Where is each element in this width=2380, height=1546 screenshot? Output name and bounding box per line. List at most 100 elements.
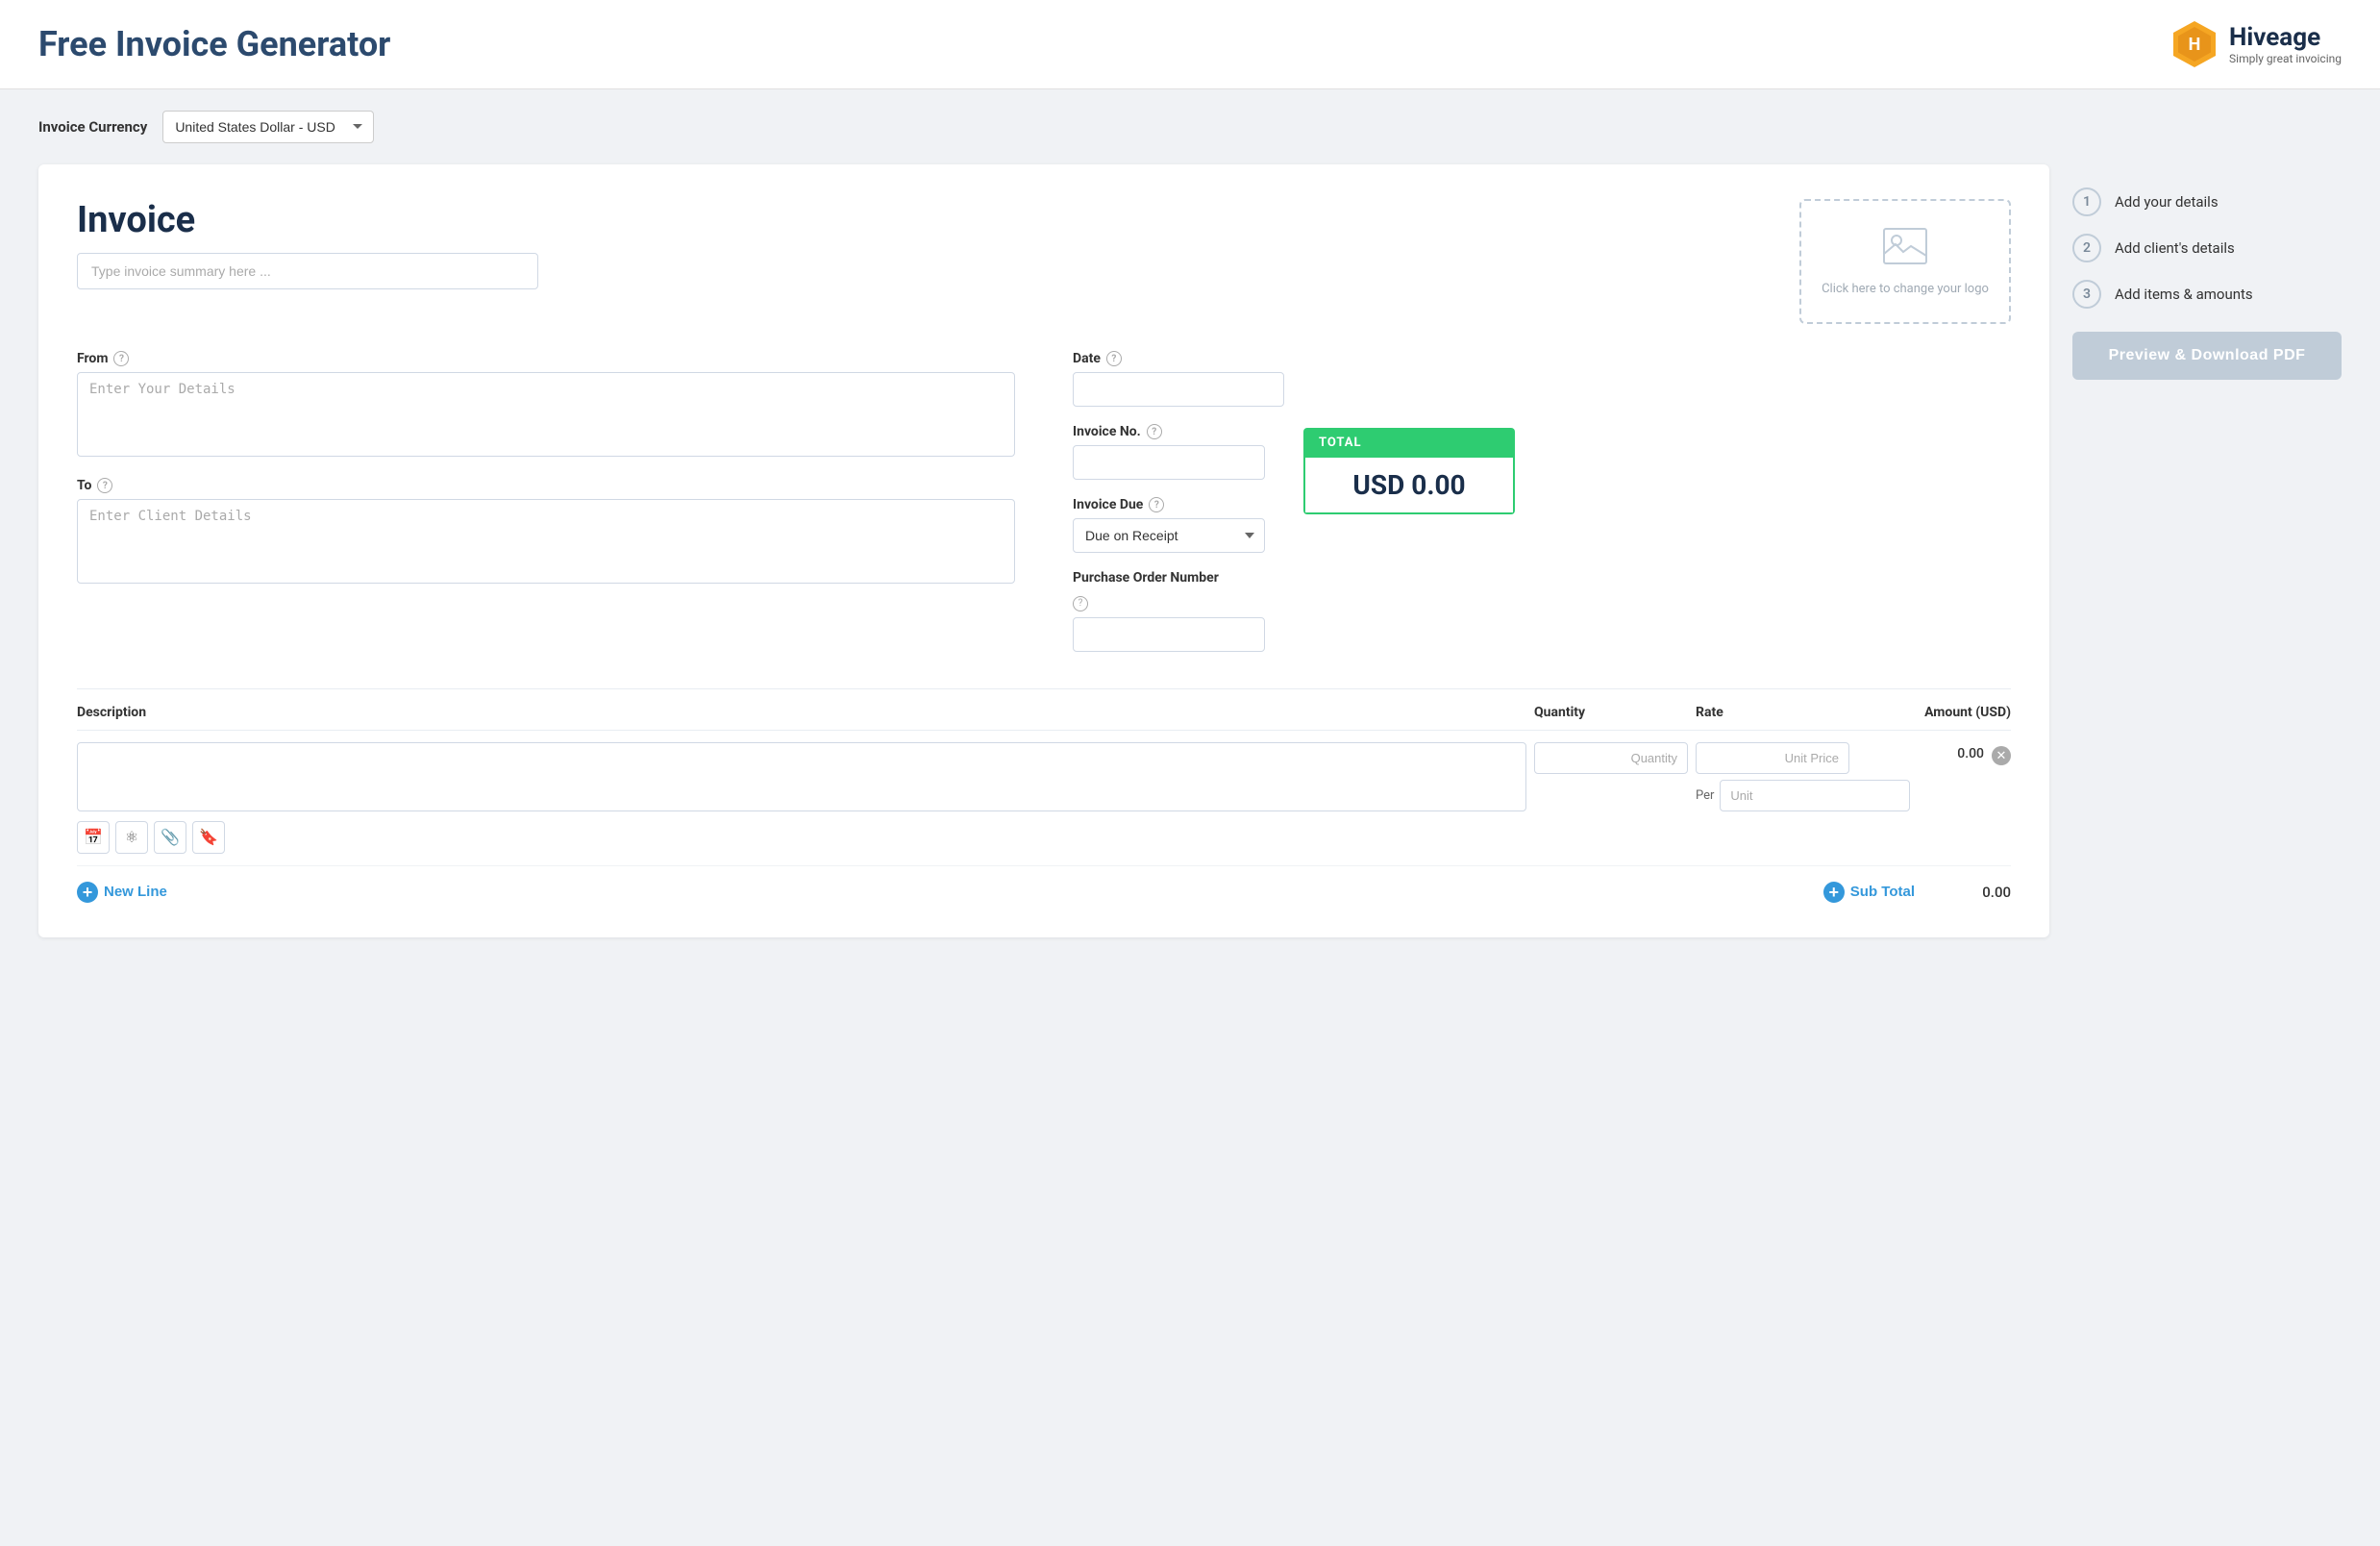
step-label-2: Add client's details [2115,239,2235,257]
image-placeholder-icon [1882,227,1928,274]
rate-col: Per [1696,742,1849,811]
logo-upload-area[interactable]: Click here to change your logo [1799,199,2011,324]
invoice-no-input[interactable]: IN-0001 [1073,445,1265,480]
svg-text:H: H [2189,35,2201,55]
date-label: Date ? [1073,351,2011,366]
to-label: To ? [77,478,1015,493]
form-col-right: Date ? 2020-07-24 Invoice No. ? [1073,351,2011,669]
paperclip-icon: 📎 [161,828,180,847]
brand-name: Hiveage [2229,23,2342,52]
step-item-3: 3 Add items & amounts [2072,280,2342,309]
unit-price-input[interactable] [1696,742,1849,774]
invoice-no-label: Invoice No. ? [1073,424,1265,439]
po-field-group: Purchase Order Number ? [1073,570,1265,652]
link-action-btn[interactable]: ⚛ [115,821,148,854]
total-box: TOTAL USD 0.00 [1303,428,1515,514]
brand-logo: H Hiveage Simply great invoicing [2169,19,2342,69]
currency-select[interactable]: United States Dollar - USD Euro - EUR Br… [162,111,374,143]
invoice-due-help-icon[interactable]: ? [1149,497,1164,512]
po-help-icon[interactable]: ? [1073,596,1088,611]
steps-list: 1 Add your details 2 Add client's detail… [2072,187,2342,309]
line-desc-col: 📅 ⚛ 📎 🔖 [77,742,1526,854]
invoice-due-field-group: Invoice Due ? Due on Receipt Net 15 Net … [1073,497,1265,553]
date-input[interactable]: 2020-07-24 [1073,372,1284,407]
col-description: Description [77,705,1526,720]
items-section: Description Quantity Rate Amount (USD) 📅… [77,688,2011,866]
remove-line-btn[interactable]: ✕ [1992,746,2011,765]
line-amount: 0.00 [1957,746,1984,761]
new-line-label: New Line [104,884,167,900]
date-help-icon[interactable]: ? [1106,351,1122,366]
col-amount: Amount (USD) [1857,705,2011,720]
currency-label: Invoice Currency [38,118,147,136]
invoice-header-row: Invoice Click here to change your logo [77,199,2011,324]
invoice-form-section: From ? To ? D [77,351,2011,669]
form-col-left: From ? To ? [77,351,1015,669]
per-unit-row: Per [1696,780,1849,811]
invoice-due-label: Invoice Due ? [1073,497,1265,512]
subtotal-plus-icon: + [1823,882,1845,903]
page-header: Free Invoice Generator H Hiveage Simply … [0,0,2380,89]
right-col-content: Date ? 2020-07-24 Invoice No. ? [1073,351,2011,669]
subtotal-row: + Sub Total 0.00 [1823,882,2011,903]
to-field-group: To ? [77,478,1015,587]
step-item-2: 2 Add client's details [2072,234,2342,262]
logo-upload-text: Click here to change your logo [1822,282,1989,296]
col-rate: Rate [1696,705,1849,720]
subtotal-label: Sub Total [1850,884,1915,900]
step-item-1: 1 Add your details [2072,187,2342,216]
unit-input[interactable] [1720,780,1910,811]
main-layout: Invoice Click here to change your logo [0,164,2380,976]
tag-icon: 🔖 [199,828,218,847]
invoice-title-section: Invoice [77,199,1799,289]
po-label: Purchase Order Number [1073,570,1265,586]
from-label: From ? [77,351,1015,366]
invoice-summary-input[interactable] [77,253,538,289]
hiveage-logo-icon: H [2169,19,2219,69]
per-label: Per [1696,788,1714,803]
invoice-no-field-group: Invoice No. ? IN-0001 [1073,424,1265,480]
line-action-buttons: 📅 ⚛ 📎 🔖 [77,821,1526,854]
date-field-group: Date ? 2020-07-24 [1073,351,2011,407]
new-line-button[interactable]: + New Line [77,882,167,903]
total-label: TOTAL [1303,428,1515,458]
attach-action-btn[interactable]: 📎 [154,821,186,854]
page-title: Free Invoice Generator [38,24,390,64]
col-quantity: Quantity [1534,705,1688,720]
quantity-col [1534,742,1688,774]
subtotal-button[interactable]: + Sub Total [1823,882,1915,903]
from-help-icon[interactable]: ? [113,351,129,366]
invoice-footer: + New Line + Sub Total 0.00 [77,866,2011,903]
tag-action-btn[interactable]: 🔖 [192,821,225,854]
from-field-group: From ? [77,351,1015,461]
to-textarea[interactable] [77,499,1015,584]
po-input[interactable] [1073,617,1265,652]
step-num-2: 2 [2072,234,2101,262]
calendar-icon: 📅 [84,828,103,847]
step-num-3: 3 [2072,280,2101,309]
amount-col: 0.00 ✕ [1857,742,2011,765]
step-num-1: 1 [2072,187,2101,216]
subtotal-value: 0.00 [1953,884,2011,901]
total-value: USD 0.00 [1303,458,1515,514]
line-description-input[interactable] [77,742,1526,811]
invoice-title: Invoice [77,199,1799,241]
from-textarea[interactable] [77,372,1015,457]
currency-bar: Invoice Currency United States Dollar - … [0,89,2380,164]
items-header: Description Quantity Rate Amount (USD) [77,705,2011,731]
brand-tagline: Simply great invoicing [2229,52,2342,65]
preview-download-button[interactable]: Preview & Download PDF [2072,332,2342,380]
invoice-no-help-icon[interactable]: ? [1147,424,1162,439]
quantity-input[interactable] [1534,742,1688,774]
link-icon: ⚛ [125,828,138,847]
sidebar: 1 Add your details 2 Add client's detail… [2072,164,2342,937]
calendar-action-btn[interactable]: 📅 [77,821,110,854]
step-label-1: Add your details [2115,193,2219,211]
invoice-due-select[interactable]: Due on Receipt Net 15 Net 30 Net 60 Cust… [1073,518,1265,553]
brand-name-area: Hiveage Simply great invoicing [2229,23,2342,65]
invoice-card: Invoice Click here to change your logo [38,164,2049,937]
to-help-icon[interactable]: ? [97,478,112,493]
new-line-plus-icon: + [77,882,98,903]
step-label-3: Add items & amounts [2115,286,2253,303]
table-row: 📅 ⚛ 📎 🔖 [77,731,2011,866]
